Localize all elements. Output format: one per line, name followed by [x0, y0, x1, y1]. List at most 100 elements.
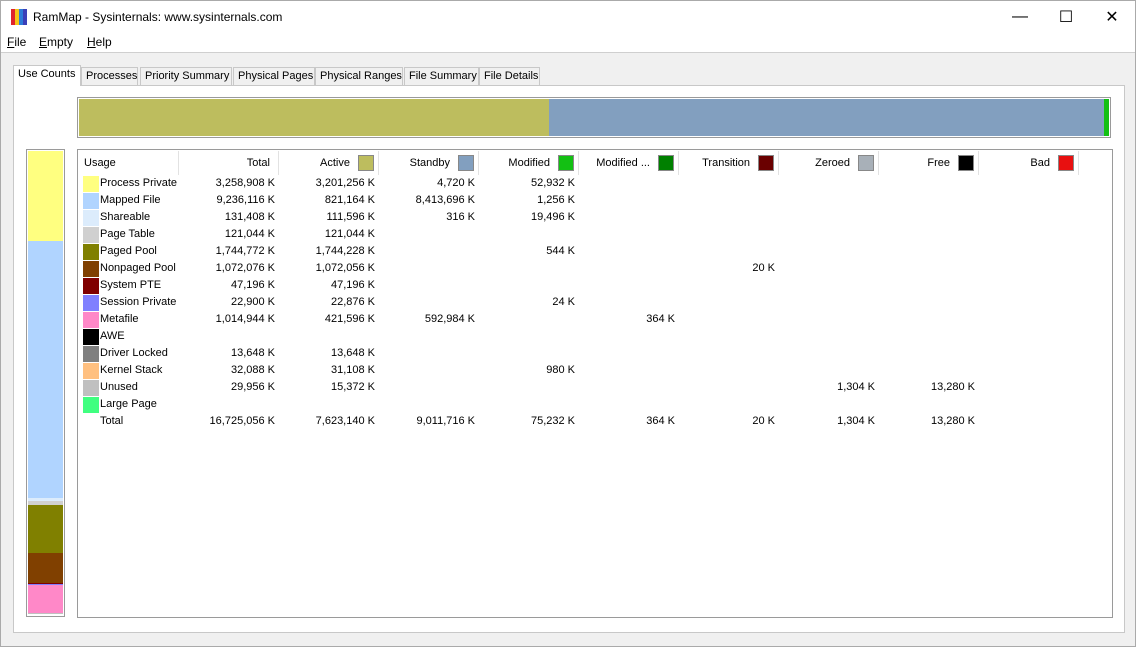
column-header-label: Active [320, 157, 350, 169]
tab-priority-summary[interactable]: Priority Summary [140, 67, 232, 85]
cell-active: 47,196 K [330, 279, 375, 291]
cell-active: 1,744,228 K [315, 245, 375, 257]
column-header-zeroed[interactable]: Zeroed [779, 151, 879, 175]
column-header-active[interactable]: Active [279, 151, 379, 175]
usage-segment-nonpaged-pool [28, 552, 63, 583]
usage-color-swatch [83, 210, 99, 226]
close-button[interactable]: ✕ [1089, 1, 1135, 33]
usage-label: Driver Locked [100, 347, 168, 359]
cell-total: 1,072,076 K [215, 262, 275, 274]
usage-label: Process Private [100, 177, 178, 189]
minimize-button[interactable]: — [997, 1, 1043, 33]
table-header: Usage Total Active Standby Modified Modified … [78, 150, 1112, 176]
usage-label: Unused [100, 381, 138, 393]
use-counts-table: Usage Total Active Standby Modified Modified … [77, 149, 1113, 618]
usage-segment-mapped-file [28, 241, 63, 498]
table-row[interactable]: Paged Pool 1,744,772 K 1,744,228 K 544 K [78, 244, 1112, 261]
column-header-transition[interactable]: Transition [679, 151, 779, 175]
cell-active: 821,164 K [324, 194, 375, 206]
cell-modified: 19,496 K [530, 211, 575, 223]
usage-label: Kernel Stack [100, 364, 163, 376]
usage-segment-paged-pool [28, 504, 63, 553]
column-header-label: Free [927, 157, 950, 169]
usage-color-swatch [83, 346, 99, 362]
cell-total: 32,088 K [230, 364, 275, 376]
column-header-label: Modified ... [596, 157, 650, 169]
column-header-total[interactable]: Total [179, 151, 279, 175]
usage-color-swatch [83, 380, 99, 396]
column-header-modified[interactable]: Modified [479, 151, 579, 175]
table-row[interactable]: Session Private 22,900 K 22,876 K 24 K [78, 295, 1112, 312]
column-header-modnowrite[interactable]: Modified ... [579, 151, 679, 175]
table-row[interactable]: Driver Locked 13,648 K 13,648 K [78, 346, 1112, 363]
column-header-bad[interactable]: Bad [979, 151, 1079, 175]
table-row[interactable]: Mapped File 9,236,116 K 821,164 K 8,413,696… [78, 193, 1112, 210]
tab-use-counts[interactable]: Use Counts [13, 65, 81, 86]
table-row[interactable]: Shareable 131,408 K 111,596 K 316 K 19,496 K [78, 210, 1112, 227]
usage-segment-metafile [28, 584, 63, 613]
usage-color-swatch [83, 176, 99, 192]
table-row[interactable]: System PTE 47,196 K 47,196 K [78, 278, 1112, 295]
memory-state-bar [77, 97, 1111, 138]
usage-label: Shareable [100, 211, 151, 223]
cell-modified: 1,256 K [537, 194, 575, 206]
cell-active: 7,623,140 K [315, 415, 375, 427]
table-row[interactable]: Total 16,725,056 K 7,623,140 K 9,011,716 K 7… [78, 414, 1112, 431]
column-header-standby[interactable]: Standby [379, 151, 479, 175]
maximize-button[interactable]: ☐ [1043, 1, 1089, 33]
column-header-free[interactable]: Free [879, 151, 979, 175]
menu-file[interactable]: File [7, 35, 26, 49]
cell-standby: 8,413,696 K [415, 194, 475, 206]
cell-total: 1,014,944 K [215, 313, 275, 325]
cell-total: 16,725,056 K [209, 415, 275, 427]
usage-color-swatch [83, 295, 99, 311]
usage-color-swatch [83, 312, 99, 328]
table-row[interactable]: Metafile 1,014,944 K 421,596 K 592,984 K 364… [78, 312, 1112, 329]
usage-label: Paged Pool [100, 245, 157, 257]
tab-physical-ranges[interactable]: Physical Ranges [315, 67, 403, 85]
cell-active: 421,596 K [324, 313, 375, 325]
cell-total: 9,236,116 K [216, 194, 275, 206]
usage-label: Large Page [100, 398, 157, 410]
usage-label: AWE [100, 330, 125, 342]
column-color-swatch [858, 155, 874, 171]
cell-active: 22,876 K [330, 296, 375, 308]
column-header-label: Standby [409, 157, 450, 169]
tab-processes[interactable]: Processes [81, 67, 138, 85]
tab-physical-pages[interactable]: Physical Pages [233, 67, 315, 85]
cell-total: 13,648 K [230, 347, 275, 359]
usage-color-swatch [83, 193, 99, 209]
menu-empty[interactable]: Empty [39, 35, 73, 49]
cell-modified: 980 K [546, 364, 575, 376]
title-bar[interactable]: RamMap - Sysinternals: www.sysinternals.… [1, 1, 1135, 33]
cell-total: 1,744,772 K [215, 245, 275, 257]
cell-modified: 544 K [546, 245, 575, 257]
cell-standby: 316 K [446, 211, 475, 223]
usage-color-swatch [83, 278, 99, 294]
usage-color-swatch [83, 244, 99, 260]
table-row[interactable]: Nonpaged Pool 1,072,076 K 1,072,056 K 20 K [78, 261, 1112, 278]
cell-standby: 592,984 K [424, 313, 475, 325]
usage-color-swatch [83, 261, 99, 277]
table-row[interactable]: Unused 29,956 K 15,372 K 1,304 K 13,280 K [78, 380, 1112, 397]
column-header-label: Modified [508, 157, 550, 169]
cell-active: 13,648 K [330, 347, 375, 359]
column-header-usage[interactable]: Usage [78, 151, 179, 175]
cell-standby: 9,011,716 K [416, 415, 475, 427]
usage-label: Nonpaged Pool [100, 262, 176, 274]
cell-modnowrite: 364 K [646, 313, 675, 325]
cell-active: 3,201,256 K [315, 177, 375, 189]
tab-file-details[interactable]: File Details [479, 67, 540, 85]
table-row[interactable]: Process Private 3,258,908 K 3,201,256 K 4,7… [78, 176, 1112, 193]
menu-help[interactable]: Help [87, 35, 112, 49]
app-icon-stripe [23, 9, 27, 25]
table-row[interactable]: Page Table 121,044 K 121,044 K [78, 227, 1112, 244]
menu-bar: File Empty Help [1, 33, 1135, 53]
table-row[interactable]: Kernel Stack 32,088 K 31,108 K 980 K [78, 363, 1112, 380]
usage-label: Page Table [100, 228, 155, 240]
window-title: RamMap - Sysinternals: www.sysinternals.… [33, 10, 283, 24]
table-row[interactable]: Large Page [78, 397, 1112, 414]
tab-file-summary[interactable]: File Summary [404, 67, 479, 85]
table-row[interactable]: AWE [78, 329, 1112, 346]
column-color-swatch [458, 155, 474, 171]
